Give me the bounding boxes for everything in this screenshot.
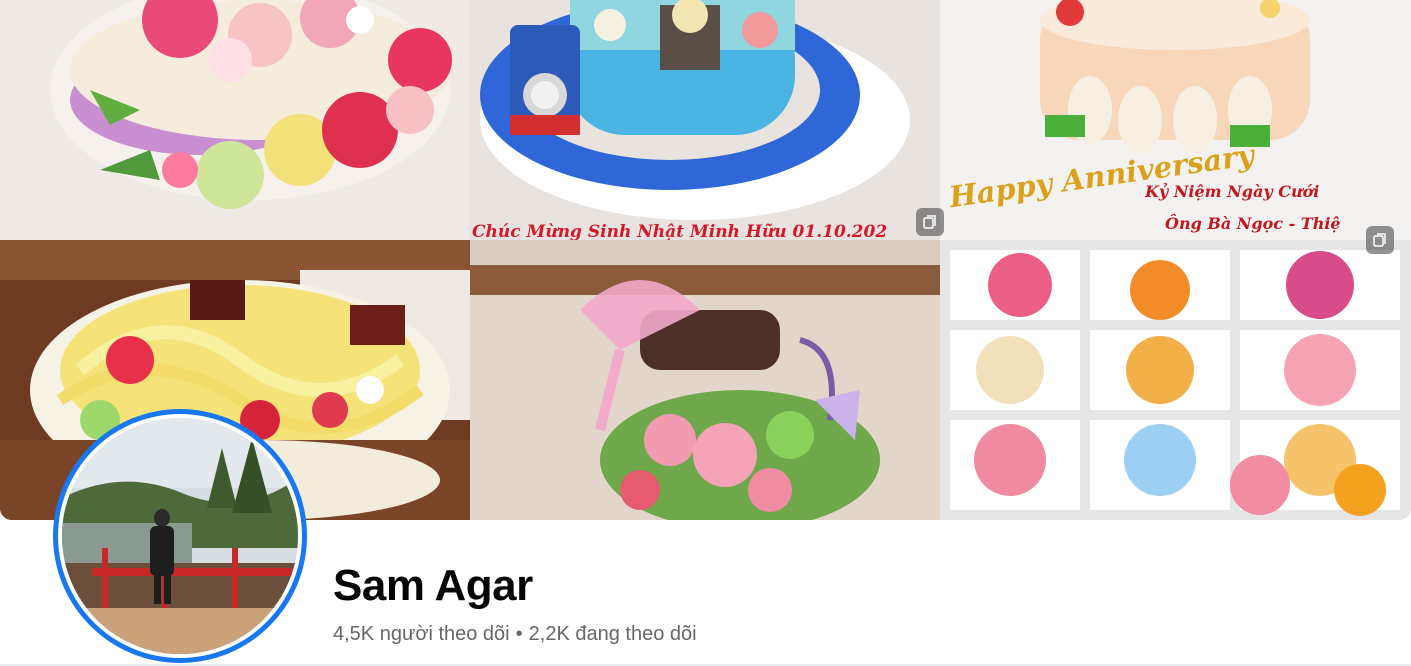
copy-icon[interactable] bbox=[1366, 226, 1394, 254]
cover-photo-mini-cakes[interactable] bbox=[940, 240, 1411, 520]
cake-inscription-line2: Ông Bà Ngọc - Thiệ bbox=[1165, 214, 1341, 233]
following-count-link[interactable]: 2,2K đang theo dõi bbox=[529, 623, 697, 645]
cover-photo-floral-cake[interactable] bbox=[0, 0, 470, 240]
avatar-border bbox=[58, 414, 302, 658]
cover-photo-anniversary-cake[interactable]: Happy Anniversary Kỷ Niệm Ngày Cưới Ông … bbox=[940, 0, 1411, 240]
profile-stats: 4,5K người theo dõi • 2,2K đang theo dõi bbox=[333, 620, 697, 648]
cake-inscription-line1: Kỷ Niệm Ngày Cưới bbox=[1145, 182, 1320, 201]
profile-header: Chúc Mừng Sinh Nhật Minh Hữu 01.10.202 H… bbox=[0, 0, 1411, 666]
cake-inscription-birthday: Chúc Mừng Sinh Nhật Minh Hữu 01.10.202 bbox=[472, 222, 888, 240]
followers-count-link[interactable]: 4,5K người theo dõi bbox=[333, 623, 510, 645]
profile-avatar[interactable] bbox=[53, 409, 307, 663]
stats-separator: • bbox=[515, 623, 523, 645]
profile-name[interactable]: Sam Agar bbox=[333, 560, 533, 612]
copy-icon[interactable] bbox=[916, 208, 944, 236]
cover-photo-birthday-cake[interactable]: Chúc Mừng Sinh Nhật Minh Hữu 01.10.202 bbox=[470, 0, 940, 240]
avatar-photo[interactable] bbox=[62, 418, 298, 654]
cover-photo-basket-cake[interactable] bbox=[470, 240, 940, 520]
